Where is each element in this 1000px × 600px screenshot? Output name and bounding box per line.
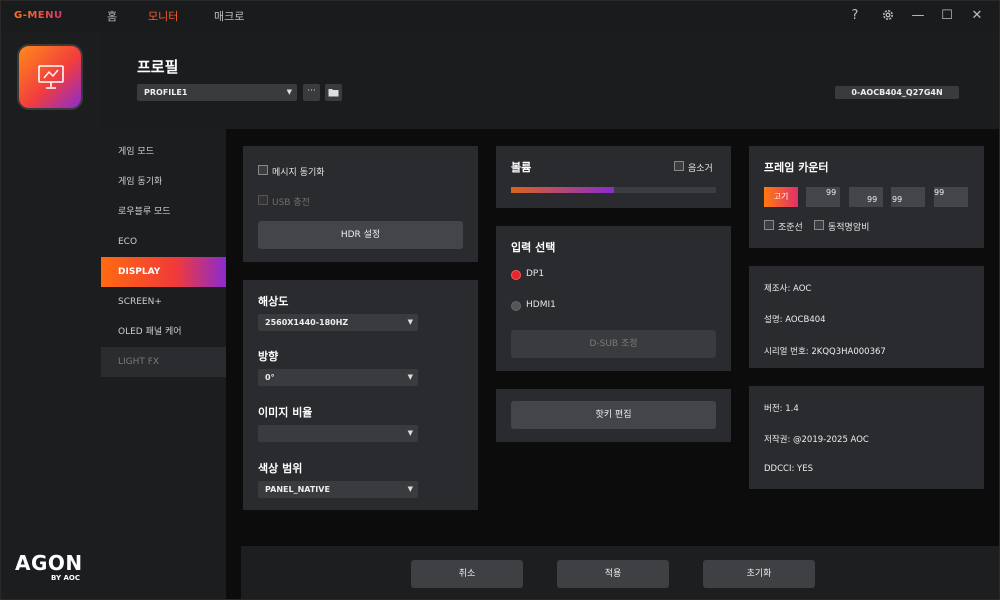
display-settings-panel: 해상도 2560X1440-180HZ ▼ 방향 0° ▼ 이미지 비율 ▼ 색상 … (243, 280, 478, 510)
hotkey-edit-button[interactable]: 핫키 편집 (511, 401, 716, 429)
frame-value-1[interactable]: 99 (806, 187, 840, 207)
minimize-icon[interactable]: — (910, 8, 926, 24)
menu-item-game-sync[interactable]: 게임 동기화 (101, 167, 226, 197)
more-options-button[interactable]: ··· (303, 84, 320, 101)
page-title: 프로필 (137, 58, 179, 76)
input-select-panel: 입력 선택 DP1 HDMI1 D-SUB 조정 (496, 226, 731, 371)
input-hdmi1-label: HDMI1 (526, 300, 556, 310)
aspect-ratio-select[interactable]: ▼ (258, 425, 418, 442)
version-panel: 버전: 1.4 저작권: @2019-2025 AOC DDCCI: YES (749, 386, 984, 489)
help-icon[interactable]: ? (847, 8, 863, 24)
volume-panel: 볼륨 음소거 (496, 146, 731, 208)
menu-item-screen-plus[interactable]: SCREEN+ (101, 287, 226, 317)
maximize-icon[interactable]: ☐ (939, 8, 955, 24)
brand-sidebar: AGON BY AOC (1, 31, 101, 599)
menu-item-game-mode[interactable]: 게임 모드 (101, 137, 226, 167)
chevron-down-icon: ▼ (407, 373, 413, 381)
crosshair-label: 조준선 (778, 223, 803, 233)
chevron-down-icon: ▼ (407, 485, 413, 493)
copyright-text: 저작권: @2019-2025 AOC (764, 435, 869, 445)
aoc-logo: BY AOC (51, 574, 80, 582)
frame-value-3[interactable]: 99 (891, 187, 925, 207)
resolution-label: 해상도 (258, 295, 289, 308)
dsub-adjust-button[interactable]: D-SUB 조정 (511, 330, 716, 358)
version-text: 버전: 1.4 (764, 404, 799, 414)
section-menu: 게임 모드 게임 동기화 로우블루 모드 ECO DISPLAY SCREEN+… (101, 129, 226, 599)
volume-slider[interactable] (511, 187, 716, 193)
folder-button[interactable] (325, 84, 342, 101)
close-icon[interactable]: ✕ (969, 8, 985, 24)
input-dp1-radio[interactable] (511, 270, 521, 280)
mute-label: 음소거 (688, 164, 713, 174)
color-range-select[interactable]: PANEL_NATIVE ▼ (258, 481, 418, 498)
folder-icon (328, 89, 339, 97)
chevron-down-icon: ▼ (407, 429, 413, 437)
profile-select[interactable]: PROFILE1 ▼ (137, 84, 297, 101)
resolution-select[interactable]: 2560X1440-180HZ ▼ (258, 314, 418, 331)
frame-value-2[interactable]: 99 (849, 187, 883, 207)
cancel-button[interactable]: 취소 (411, 560, 523, 588)
nav-home[interactable]: 홈 (107, 8, 117, 24)
resolution-value: 2560X1440-180HZ (265, 318, 349, 327)
menu-item-display[interactable]: DISPLAY (101, 257, 226, 287)
frame-counter-panel: 프레임 카운터 고기 99 99 99 99 조준선 동적명암비 (749, 146, 984, 248)
profile-select-value: PROFILE1 (144, 88, 188, 97)
chevron-down-icon: ▼ (407, 318, 413, 326)
model-badge: 0-AOCB404_Q27G4N (835, 86, 959, 99)
input-dp1-label: DP1 (526, 269, 545, 279)
dynamic-contrast-checkbox[interactable] (814, 220, 824, 230)
frame-fixed-tag[interactable]: 고기 (764, 187, 798, 207)
direction-select[interactable]: 0° ▼ (258, 369, 418, 386)
menu-item-oled-care[interactable]: OLED 패널 케어 (101, 317, 226, 347)
reset-button[interactable]: 초기화 (703, 560, 815, 588)
apply-button[interactable]: 적용 (557, 560, 669, 588)
crosshair-checkbox[interactable] (764, 220, 774, 230)
menu-item-eco[interactable]: ECO (101, 227, 226, 257)
manufacturer-text: 제조사: AOC (764, 284, 812, 294)
color-range-value: PANEL_NATIVE (265, 485, 330, 494)
description-text: 설명: AOCB404 (764, 315, 826, 325)
chevron-down-icon: ▼ (286, 88, 292, 96)
menu-item-light-fx[interactable]: LIGHT FX (101, 347, 226, 377)
dynamic-contrast-label: 동적명암비 (828, 223, 870, 233)
title-bar: G-MENU 홈 모니터 매크로 ? — ☐ ✕ (1, 1, 999, 31)
aspect-ratio-label: 이미지 비율 (258, 406, 313, 419)
menu-item-low-blue[interactable]: 로우블루 모드 (101, 197, 226, 227)
usb-charge-label: USB 충전 (272, 198, 310, 208)
usb-charge-checkbox[interactable] (258, 195, 268, 205)
message-sync-label: 메시지 동기화 (272, 168, 325, 178)
direction-label: 방향 (258, 350, 279, 363)
serial-text: 시리얼 번호: 2KQQ3HA000367 (764, 347, 886, 357)
hdr-settings-button[interactable]: HDR 설정 (258, 221, 463, 249)
message-sync-checkbox[interactable] (258, 165, 268, 175)
input-hdmi1-radio[interactable] (511, 301, 521, 311)
volume-title: 볼륨 (511, 161, 532, 174)
action-bar: 취소 적용 초기화 (241, 546, 999, 599)
nav-macro[interactable]: 매크로 (214, 8, 244, 24)
gear-icon[interactable] (880, 8, 896, 24)
color-range-label: 색상 범위 (258, 462, 303, 475)
agon-logo: AGON (15, 551, 83, 575)
volume-slider-fill (511, 187, 614, 193)
sync-panel: 메시지 동기화 USB 충전 HDR 설정 (243, 146, 478, 262)
device-info-panel: 제조사: AOC 설명: AOCB404 시리얼 번호: 2KQQ3HA0003… (749, 266, 984, 368)
mute-checkbox[interactable] (674, 161, 684, 171)
app-logo: G-MENU (14, 10, 63, 21)
profile-header: 프로필 PROFILE1 ▼ ··· 0-AOCB404_Q27G4N (101, 31, 999, 129)
input-select-title: 입력 선택 (511, 241, 556, 254)
frame-counter-title: 프레임 카운터 (764, 161, 829, 174)
direction-value: 0° (265, 373, 275, 382)
hotkey-panel: 핫키 편집 (496, 389, 731, 442)
nav-monitor[interactable]: 모니터 (148, 8, 178, 24)
app-window: G-MENU 홈 모니터 매크로 ? — ☐ ✕ AGON BY AOC 프로필… (0, 0, 1000, 600)
monitor-app-icon (17, 44, 83, 110)
ddcci-text: DDCCI: YES (764, 464, 813, 474)
frame-value-4[interactable]: 99 (934, 187, 968, 207)
